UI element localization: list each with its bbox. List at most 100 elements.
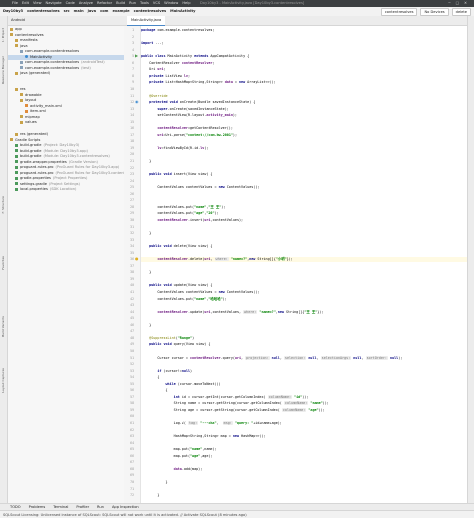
code-line[interactable]: String name = cursor.getString(cursor.ge… (141, 401, 329, 406)
line-number: 71 (130, 486, 134, 491)
code-line[interactable]: contentValues.put("name","哈哈哈"); (141, 297, 226, 302)
menu-item-navigate[interactable]: Navigate (46, 0, 62, 7)
warning-bulb-icon[interactable]: ● (135, 257, 139, 262)
code-line[interactable]: public class MainActivity extends AppCom… (141, 54, 249, 59)
tool-window-1-project[interactable]: 1: Project (0, 28, 7, 42)
menu-item-edit[interactable]: Edit (22, 0, 29, 7)
tool-window-build-variants[interactable]: Build Variants (0, 316, 7, 337)
breadcrumb-item[interactable]: Day10by3 (3, 7, 23, 16)
breadcrumb-item[interactable]: java (88, 7, 96, 16)
code-editor[interactable]: package com.example.contentresolves; impo… (141, 26, 467, 508)
window-controls[interactable]: ─□✕ (448, 0, 472, 7)
code-line[interactable]: package com.example.contentresolves; (141, 28, 215, 33)
code-line[interactable]: public void update(View view) { (141, 283, 212, 288)
code-line[interactable]: @Override (141, 94, 167, 99)
code-line[interactable]: super.onCreate(savedInstanceState); (141, 107, 228, 112)
menu-item-tools[interactable]: Tools (140, 0, 149, 7)
code-line[interactable]: private ListView lv; (141, 74, 190, 79)
menu-item-help[interactable]: Help (182, 0, 190, 7)
breadcrumb-item[interactable]: main (74, 7, 84, 16)
code-line[interactable]: { (141, 375, 159, 380)
breadcrumb-item[interactable]: com (100, 7, 108, 16)
code-line[interactable]: contentResolver.update(uri,contentValues… (141, 309, 323, 315)
code-line[interactable]: map.put("age",age); (141, 454, 213, 459)
class-run-icon[interactable]: ▶ (135, 54, 138, 59)
code-line[interactable]: contentValues.put("name","王 王"); (141, 205, 225, 210)
code-line[interactable]: } (141, 159, 151, 164)
code-line[interactable]: } (141, 231, 151, 236)
device-select[interactable]: No Devices (420, 8, 449, 16)
menu-item-vcs[interactable]: VCS (153, 0, 160, 7)
breadcrumb-item[interactable]: src (64, 7, 70, 16)
gradle-icon (15, 176, 18, 180)
gradle-icon (15, 171, 18, 174)
code-line[interactable]: contentResolver.delete(uri, where: "name… (141, 257, 467, 262)
code-line[interactable]: ContentResolver contentResolver; (141, 61, 214, 66)
menu-item-analyze[interactable]: Analyze (79, 0, 93, 7)
code-line[interactable]: private List<HashMap<String,String>> dat… (141, 80, 276, 85)
breadcrumb-item[interactable]: contentresolves (134, 7, 167, 16)
code-line[interactable]: @SuppressLint("Range") (141, 336, 194, 341)
code-line[interactable]: Cursor cursor = contentResolver.query(ur… (141, 355, 402, 361)
tool-window-resource-manager[interactable]: Resource Manager (0, 56, 7, 84)
code-line[interactable]: HashMap<String,String> map = new HashMap… (141, 434, 266, 439)
line-number: 38 (130, 270, 134, 275)
tool-window-favorites[interactable]: Favorites (0, 256, 7, 270)
code-line[interactable]: } (141, 270, 151, 275)
code-line[interactable]: contentResolver=getContentResolver(); (141, 126, 233, 131)
code-line[interactable]: Log.i( tag: "---cha", msg: "query: "+id+… (141, 421, 282, 426)
menu-item-code[interactable]: Code (66, 0, 75, 7)
code-line[interactable]: contentResolver.insert(uri,contentValues… (141, 218, 243, 223)
code-line[interactable]: while (cursor.moveToNext()) (141, 382, 221, 387)
delete-config[interactable]: delete (451, 8, 471, 16)
code-line[interactable]: setContentView(R.layout.activity_main); (141, 113, 237, 118)
code-line[interactable]: contentValues.put("age","20"); (141, 211, 218, 216)
code-line[interactable]: public void insert(View view) { (141, 172, 212, 177)
code-line[interactable]: Uri uri; (141, 67, 165, 72)
tree-node-folder[interactable]: values (8, 120, 124, 125)
tree-node-folder[interactable]: java (generated) (8, 71, 124, 76)
menu-item-window[interactable]: Window (164, 0, 178, 7)
code-line[interactable]: ContentValues contentValues = new Conten… (141, 290, 259, 295)
code-line[interactable]: } (141, 493, 159, 498)
gradle-icon (15, 187, 18, 191)
line-number: 32 (130, 231, 134, 236)
code-line[interactable]: if (cursor!=null) (141, 369, 192, 374)
code-line[interactable]: uri=Uri.parse("content://com.bw.2001"); (141, 133, 237, 138)
editor-tab-mainactivity[interactable]: MainActivity.java (127, 16, 166, 26)
tree-node-label: com.example.contentresolves (25, 60, 80, 64)
project-view-select[interactable]: Android (11, 16, 25, 25)
line-number: 14 (130, 113, 134, 118)
menu-item-refactor[interactable]: Refactor (97, 0, 112, 7)
menu-item-build[interactable]: Build (116, 0, 125, 7)
run-config-select[interactable]: contentresolves (380, 8, 418, 16)
tree-node-gradle[interactable]: local.properties (SDK Location) (8, 187, 124, 192)
line-number: 3 (132, 41, 134, 46)
code-line[interactable]: protected void onCreate(Bundle savedInst… (141, 100, 255, 105)
breadcrumb-item[interactable]: contentresolves (27, 7, 60, 16)
code-line[interactable]: } (141, 323, 151, 328)
menu-item-run[interactable]: Run (129, 0, 136, 7)
code-line[interactable]: import ...; (141, 41, 163, 46)
code-line[interactable]: String age = cursor.getString(cursor.get… (141, 407, 325, 413)
breadcrumb-item[interactable]: MainActivity (170, 7, 195, 16)
code-line[interactable]: public void delete(View view) { (141, 244, 212, 249)
code-line[interactable]: } (141, 480, 167, 485)
tree-node-hint: (test) (81, 65, 91, 70)
tree-node-label: Gradle Scripts (15, 137, 41, 142)
line-number: 27 (130, 198, 134, 203)
tool-window-7-structure[interactable]: 7: Structure (0, 196, 7, 214)
menu-item-view[interactable]: View (33, 0, 42, 7)
code-line[interactable]: { (141, 388, 167, 393)
code-line[interactable]: lv=findViewById(R.id.lv); (141, 146, 208, 151)
override-icon[interactable]: ◉ (135, 100, 139, 105)
code-line[interactable]: map.put("name",name); (141, 447, 217, 452)
code-line[interactable]: ContentValues contentValues = new Conten… (141, 185, 259, 190)
menu-item-file[interactable]: File (12, 0, 18, 7)
code-line[interactable]: public void query(View view) { (141, 342, 210, 347)
breadcrumb-item[interactable]: example (112, 7, 129, 16)
code-line[interactable]: data.add(map); (141, 467, 203, 472)
tool-window-layout-captures[interactable]: Layout Captures (0, 368, 7, 393)
code-line[interactable]: int id = cursor.getInt(cursor.getColumnI… (141, 394, 308, 400)
editor-gutter: 1 2 3 4 5 6 7 8 9 10 11 12 13 14 15 16 17 18 19 20 21 22 23 24 2… (124, 26, 141, 508)
